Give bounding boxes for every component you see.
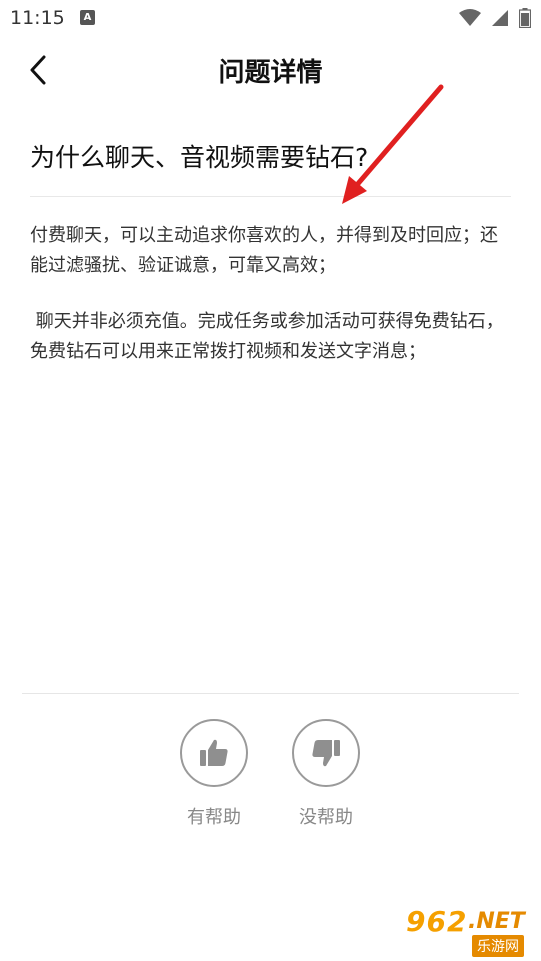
status-time: 11:15 <box>10 7 65 29</box>
feedback-divider <box>22 693 519 694</box>
status-icons <box>459 8 531 28</box>
watermark-logo: 962 .NET 乐游网 <box>400 905 535 957</box>
not-helpful-label: 没帮助 <box>299 807 353 828</box>
question-title: 为什么聊天、音视频需要钻石? <box>30 143 369 172</box>
helpful-label: 有帮助 <box>187 807 241 828</box>
status-bar: 11:15 A <box>0 0 541 36</box>
thumbs-up-icon <box>200 739 228 766</box>
watermark-site-name: 乐游网 <box>472 935 524 957</box>
helpful-button[interactable] <box>180 719 248 787</box>
page-title: 问题详情 <box>218 58 323 88</box>
signal-icon <box>492 10 508 26</box>
answer-paragraph: 付费聊天，可以主动追求你喜欢的人，并得到及时回应；还能过滤骚扰、验证诚意，可靠又… <box>30 225 498 276</box>
header-bar: 问题详情 <box>0 36 541 104</box>
notification-a-icon: A <box>80 10 95 25</box>
watermark-suffix: .NET <box>468 909 525 934</box>
thumbs-down-icon <box>312 740 340 767</box>
not-helpful-button[interactable] <box>292 719 360 787</box>
battery-icon <box>519 8 531 28</box>
divider <box>30 196 511 197</box>
watermark-number: 962 <box>406 905 468 938</box>
wifi-icon <box>459 9 481 26</box>
answer-paragraph: 聊天并非必须充值。完成任务或参加活动可获得免费钻石，免费钻石可以用来正常拨打视频… <box>30 311 504 362</box>
